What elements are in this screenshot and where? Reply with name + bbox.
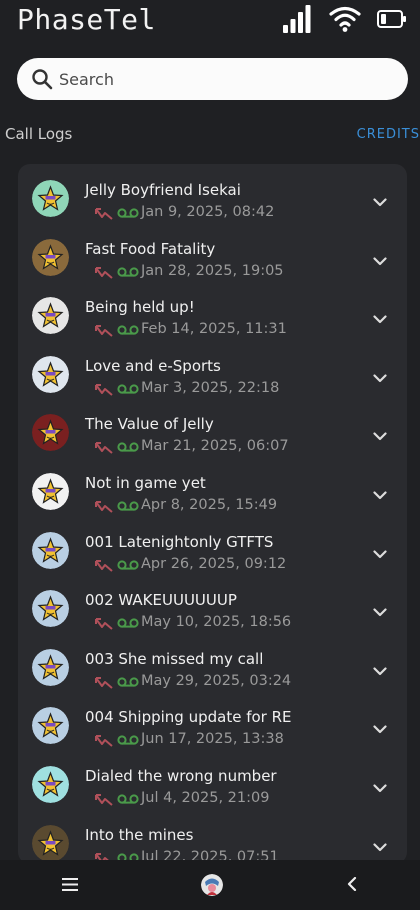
caller-avatar xyxy=(32,297,69,335)
call-title: 004 Shipping update for RE xyxy=(85,708,292,727)
search-input[interactable] xyxy=(59,58,389,100)
caller-avatar xyxy=(32,707,69,745)
missed-call-icon xyxy=(95,501,113,513)
caller-avatar xyxy=(32,766,69,803)
call-log-item[interactable]: Jelly Boyfriend Isekai Jan 9, 2025, 08:42 xyxy=(18,166,407,225)
credits-link[interactable]: CREDITS xyxy=(357,127,420,142)
caller-avatar xyxy=(32,648,69,686)
chevron-down-icon[interactable] xyxy=(373,374,387,383)
chevron-down-icon[interactable] xyxy=(373,725,387,734)
call-log-item[interactable]: 004 Shipping update for RE Jun 17, 2025, … xyxy=(18,693,407,752)
call-log-item[interactable]: Being held up! Feb 14, 2025, 11:31 xyxy=(18,283,407,342)
call-title: 003 She missed my call xyxy=(85,649,264,668)
section-title: Call Logs xyxy=(5,125,73,143)
voicemail-icon xyxy=(117,618,139,628)
missed-call-icon xyxy=(95,442,113,455)
missed-call-icon xyxy=(95,266,113,279)
call-date: Jun 17, 2025, 13:38 xyxy=(141,731,284,748)
signal-icon xyxy=(283,5,311,33)
call-title: Into the mines xyxy=(85,825,194,844)
voicemail-icon xyxy=(117,442,139,452)
chevron-down-icon[interactable] xyxy=(373,432,387,441)
caller-avatar xyxy=(32,473,69,510)
call-date: Apr 8, 2025, 15:49 xyxy=(141,497,278,513)
voicemail-icon xyxy=(117,559,139,570)
missed-call-icon xyxy=(95,676,113,689)
call-log-item[interactable]: The Value of Jelly Mar 21, 2025, 06:07 xyxy=(18,400,407,459)
call-log-item[interactable]: Not in game yet Apr 8, 2025, 15:49 xyxy=(18,459,407,518)
chevron-down-icon[interactable] xyxy=(373,667,387,676)
voicemail-icon xyxy=(117,677,139,687)
status-bar: PhaseTel xyxy=(0,0,420,44)
caller-avatar xyxy=(32,590,69,628)
caller-avatar xyxy=(32,531,69,569)
caller-avatar xyxy=(32,355,69,393)
call-date: Mar 3, 2025, 22:18 xyxy=(141,379,280,396)
call-date: May 10, 2025, 18:56 xyxy=(141,614,292,631)
profile-avatar-image xyxy=(201,874,223,896)
back-icon[interactable] xyxy=(347,877,357,891)
call-title: Not in game yet xyxy=(85,474,206,492)
chevron-down-icon[interactable] xyxy=(373,198,387,207)
menu-icon[interactable] xyxy=(62,878,78,891)
call-title: The Value of Jelly xyxy=(85,415,214,434)
caller-avatar xyxy=(32,180,69,217)
call-title: 002 WAKEUUUUUUP xyxy=(85,591,237,610)
chevron-down-icon[interactable] xyxy=(373,842,387,852)
call-log-item[interactable]: 001 Latenightonly GTFTS Apr 26, 2025, 09:… xyxy=(18,518,407,577)
missed-call-icon xyxy=(95,735,113,748)
call-log-item[interactable]: 003 She missed my call May 29, 2025, 03:2… xyxy=(18,635,407,694)
call-log-item[interactable]: Fast Food Fatality Jan 28, 2025, 19:05 xyxy=(18,225,407,284)
voicemail-icon xyxy=(117,266,139,277)
call-date: Jan 9, 2025, 08:42 xyxy=(141,204,275,220)
call-title: Dialed the wrong number xyxy=(85,767,277,785)
call-title: 001 Latenightonly GTFTS xyxy=(85,532,274,551)
chevron-down-icon[interactable] xyxy=(373,315,387,324)
chevron-down-icon[interactable] xyxy=(373,608,387,617)
voicemail-icon xyxy=(117,208,139,218)
call-date: Feb 14, 2025, 11:31 xyxy=(141,321,287,338)
call-title: Fast Food Fatality xyxy=(85,239,216,258)
chevron-down-icon[interactable] xyxy=(373,784,387,793)
voicemail-icon xyxy=(117,735,139,745)
voicemail-icon xyxy=(117,384,139,394)
chevron-down-icon[interactable] xyxy=(373,491,387,500)
call-log-item[interactable]: 002 WAKEUUUUUUP May 10, 2025, 18:56 xyxy=(18,576,407,635)
missed-call-icon xyxy=(95,794,113,806)
call-date: Apr 26, 2025, 09:12 xyxy=(141,555,287,572)
caller-avatar xyxy=(32,414,69,452)
chevron-down-icon[interactable] xyxy=(373,549,387,559)
missed-call-icon xyxy=(95,559,113,572)
missed-call-icon xyxy=(95,325,113,337)
call-log-list: Jelly Boyfriend Isekai Jan 9, 2025, 08:42… xyxy=(18,164,407,864)
missed-call-icon xyxy=(95,208,113,220)
caller-avatar xyxy=(32,238,69,276)
chevron-down-icon[interactable] xyxy=(373,256,387,266)
call-date: Jan 28, 2025, 19:05 xyxy=(141,262,284,279)
call-title: Love and e-Sports xyxy=(85,356,221,375)
call-log-item[interactable]: Love and e-Sports Mar 3, 2025, 22:18 xyxy=(18,342,407,401)
profile-avatar-button[interactable] xyxy=(201,874,223,896)
call-title: Being held up! xyxy=(85,298,195,317)
search-icon xyxy=(32,69,53,90)
call-title: Jelly Boyfriend Isekai xyxy=(85,181,241,199)
call-date: Jul 4, 2025, 21:09 xyxy=(141,790,270,806)
search-bar[interactable] xyxy=(17,58,408,100)
missed-call-icon xyxy=(95,618,113,630)
call-log-item[interactable]: Into the mines Jul 22, 2025, 07:51 xyxy=(18,811,407,864)
caller-avatar xyxy=(32,824,69,862)
app-title: PhaseTel xyxy=(17,3,156,36)
voicemail-icon xyxy=(117,325,139,335)
voicemail-icon xyxy=(117,794,139,804)
bottom-nav-bar xyxy=(0,860,420,910)
voicemail-icon xyxy=(117,501,139,511)
call-date: Mar 21, 2025, 06:07 xyxy=(141,438,289,455)
battery-icon xyxy=(377,10,406,28)
call-date: May 29, 2025, 03:24 xyxy=(141,672,292,689)
missed-call-icon xyxy=(95,383,113,396)
call-log-item[interactable]: Dialed the wrong number Jul 4, 2025, 21:0… xyxy=(18,752,407,811)
wifi-icon xyxy=(329,6,361,32)
